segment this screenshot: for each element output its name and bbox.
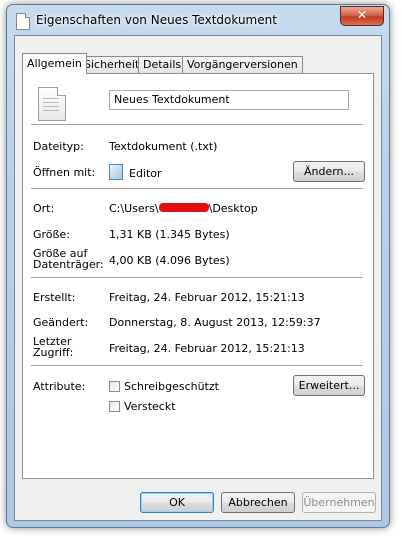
apply-button[interactable]: Übernehmen bbox=[302, 492, 376, 513]
filetype-value: Textdokument (.txt) bbox=[109, 140, 218, 153]
location-label: Ort: bbox=[33, 202, 55, 215]
readonly-option[interactable]: Schreibgeschützt bbox=[109, 380, 219, 393]
close-button[interactable]: ✕ bbox=[340, 6, 384, 26]
notepad-icon bbox=[109, 164, 123, 180]
hidden-label[interactable]: Versteckt bbox=[124, 400, 176, 413]
tab-vorgaengerversionen[interactable]: Vorgängerversionen bbox=[182, 56, 303, 73]
size-label: Größe: bbox=[33, 228, 70, 241]
cancel-button[interactable]: Abbrechen bbox=[221, 492, 295, 513]
text-file-icon bbox=[38, 87, 66, 121]
separator bbox=[31, 365, 363, 366]
separator bbox=[31, 277, 363, 278]
window-title: Eigenschaften von Neues Textdokument bbox=[36, 13, 277, 27]
location-value: C:\Users\ \Desktop bbox=[109, 202, 258, 215]
filetype-label: Dateityp: bbox=[33, 140, 84, 153]
size-value: 1,31 KB (1.345 Bytes) bbox=[109, 228, 230, 241]
tab-sicherheit[interactable]: Sicherheit bbox=[79, 56, 145, 73]
accessed-label-line2: Zugriff: bbox=[33, 346, 74, 359]
hidden-option[interactable]: Versteckt bbox=[109, 400, 176, 413]
created-value: Freitag, 24. Februar 2012, 15:21:13 bbox=[109, 291, 305, 304]
dialog-client: Allgemein Sicherheit Details Vorgängerve… bbox=[14, 35, 382, 521]
filename-input[interactable]: Neues Textdokument bbox=[109, 90, 349, 110]
document-icon bbox=[16, 13, 30, 30]
location-prefix: C:\Users\ bbox=[109, 202, 159, 215]
separator bbox=[31, 124, 363, 125]
openwith-label: Öffnen mit: bbox=[33, 166, 96, 179]
general-tab-panel: Neues Textdokument Dateityp: Textdokumen… bbox=[22, 73, 374, 479]
change-button[interactable]: Ändern... bbox=[293, 161, 365, 182]
title-bar[interactable]: Eigenschaften von Neues Textdokument ✕ bbox=[7, 5, 389, 35]
tab-allgemein[interactable]: Allgemein bbox=[22, 53, 87, 74]
disksize-value: 4,00 KB (4.096 Bytes) bbox=[109, 254, 230, 267]
hidden-checkbox[interactable] bbox=[109, 401, 120, 412]
redaction-mark bbox=[158, 203, 209, 212]
accessed-label: Letzter Zugriff: bbox=[33, 336, 73, 358]
readonly-checkbox[interactable] bbox=[109, 381, 120, 392]
modified-value: Donnerstag, 8. August 2013, 12:59:37 bbox=[109, 316, 321, 329]
disksize-label: Größe auf Datenträger: bbox=[33, 248, 104, 270]
openwith-value-row: Editor bbox=[109, 164, 162, 180]
created-label: Erstellt: bbox=[33, 291, 76, 304]
location-suffix: \Desktop bbox=[208, 202, 258, 215]
disksize-label-line2: Datenträger: bbox=[33, 258, 104, 271]
attributes-label: Attribute: bbox=[33, 380, 86, 393]
advanced-button[interactable]: Erweitert... bbox=[293, 375, 365, 396]
openwith-value: Editor bbox=[129, 167, 162, 180]
accessed-value: Freitag, 24. Februar 2012, 15:21:13 bbox=[109, 342, 305, 355]
ok-button[interactable]: OK bbox=[140, 492, 214, 513]
readonly-label[interactable]: Schreibgeschützt bbox=[124, 380, 219, 393]
separator bbox=[31, 188, 363, 189]
tab-details[interactable]: Details bbox=[138, 56, 187, 73]
properties-window: Eigenschaften von Neues Textdokument ✕ A… bbox=[6, 4, 390, 528]
modified-label: Geändert: bbox=[33, 316, 89, 329]
